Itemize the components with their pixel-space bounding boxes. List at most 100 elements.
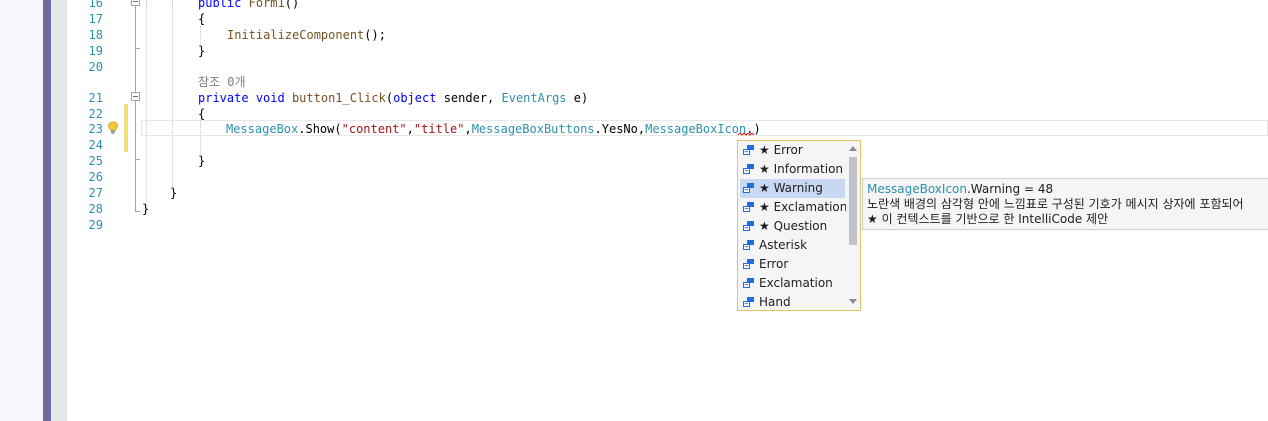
- enum-member-icon: [743, 278, 754, 288]
- method-name: button1_Click: [291, 91, 386, 105]
- punctuation: ,: [464, 122, 472, 136]
- indent-guide: [172, 0, 173, 186]
- punctuation: (: [334, 122, 342, 136]
- scroll-up-arrow-icon[interactable]: [849, 146, 857, 151]
- completion-item-label: Hand: [759, 295, 791, 309]
- completion-item-label: ★ Exclamation: [759, 200, 848, 214]
- enum-member-icon: [743, 297, 754, 307]
- line-number: 20: [88, 60, 103, 74]
- collapse-toggle[interactable]: [131, 92, 140, 101]
- tooltip-type-name[interactable]: MessageBoxIcon: [867, 182, 967, 196]
- enum-member-icon: [743, 202, 754, 212]
- reference-codelens[interactable]: 참조 0개: [198, 74, 246, 90]
- code-line-25[interactable]: }: [198, 153, 205, 169]
- enum-member-icon: [743, 145, 754, 155]
- tooltip-intellicode-note: ★ 이 컨텍스트를 기반으로 한 IntelliCode 제안: [867, 212, 1109, 226]
- code-text: .YesNo,: [594, 122, 646, 136]
- method-name: Form1: [248, 0, 285, 10]
- completion-item[interactable]: ★ Error: [740, 141, 845, 160]
- outline-line: [135, 159, 136, 211]
- indent-guide: [200, 26, 201, 44]
- string-literal: "content": [341, 122, 407, 136]
- completion-item[interactable]: ★ Question: [740, 217, 845, 236]
- keyword: private: [198, 91, 249, 105]
- keyword: object: [393, 91, 437, 105]
- indent-guide: [146, 0, 147, 208]
- line-number: 29: [88, 218, 103, 232]
- string-literal: "title": [413, 122, 465, 136]
- line-number: 24: [88, 138, 103, 152]
- completion-item-label: ★ Error: [759, 143, 803, 157]
- keyword: public: [198, 0, 242, 10]
- tooltip-description: 노란색 배경의 삼각형 안에 느낌표로 구성된 기호가 메시지 상자에 포함되어: [867, 197, 1244, 211]
- error-squiggle: [738, 133, 754, 136]
- quick-info-tooltip: MessageBoxIcon.Warning = 48 노란색 배경의 삼각형 …: [862, 178, 1268, 230]
- line-number: 17: [88, 12, 103, 26]
- punctuation: (): [284, 0, 300, 10]
- line-number: 19: [88, 44, 103, 58]
- line-number: 28: [88, 202, 103, 216]
- line-number: 23: [88, 122, 103, 136]
- code-line-19[interactable]: }: [198, 43, 205, 59]
- left-padding: [0, 0, 43, 421]
- outline-end-tick: [135, 211, 140, 212]
- type-name: MessageBoxIcon: [645, 122, 747, 136]
- enum-member-icon: [743, 221, 754, 231]
- code-line-23[interactable]: MessageBox.Show("content","title",Messag…: [226, 121, 761, 137]
- outline-line: [135, 48, 136, 92]
- code-text: e): [566, 91, 589, 105]
- enum-member-icon: [743, 183, 754, 193]
- method-name: InitializeComponent: [227, 28, 365, 42]
- indicator-margin: [51, 0, 67, 421]
- completion-item-label: ★ Information: [759, 162, 844, 176]
- completion-item[interactable]: Asterisk: [740, 236, 845, 255]
- line-number: 21: [88, 91, 103, 105]
- completion-item[interactable]: Error: [740, 255, 845, 274]
- completion-scrollbar[interactable]: [846, 141, 860, 310]
- line-number: 22: [88, 107, 103, 121]
- scroll-thumb[interactable]: [849, 157, 857, 245]
- code-line-18[interactable]: InitializeComponent();: [227, 27, 386, 43]
- code-text: sender,: [436, 91, 502, 105]
- completion-item[interactable]: Hand: [740, 293, 845, 312]
- completion-item-selected[interactable]: ★ Warning: [740, 179, 845, 198]
- completion-item-label: ★ Question: [759, 219, 828, 233]
- completion-item-label: Exclamation: [759, 276, 833, 290]
- punctuation: ,: [406, 122, 414, 136]
- completion-item[interactable]: ★ Information: [740, 160, 845, 179]
- type-name: MessageBoxButtons: [471, 122, 595, 136]
- completion-item-label: Asterisk: [759, 238, 808, 252]
- outline-line: [135, 6, 136, 48]
- line-number: 18: [88, 28, 103, 42]
- line-number: 16: [88, 0, 103, 10]
- outline-line: [135, 101, 136, 159]
- code-line-22[interactable]: {: [198, 106, 205, 122]
- line-number: 26: [88, 170, 103, 184]
- code-line-17[interactable]: {: [198, 11, 205, 27]
- punctuation: ();: [364, 28, 386, 42]
- tooltip-member: .Warning = 48: [966, 182, 1054, 196]
- code-line-21[interactable]: private void button1_Click(object sender…: [198, 90, 588, 106]
- method-name: Show: [305, 122, 335, 136]
- code-line-28[interactable]: }: [142, 201, 149, 217]
- unsaved-change-marker: [124, 104, 128, 152]
- type-name: MessageBox: [226, 122, 299, 136]
- completion-item[interactable]: ★ Exclamation: [740, 198, 848, 217]
- keyword: void: [255, 91, 285, 105]
- line-number: 27: [88, 186, 103, 200]
- type-name: EventArgs: [501, 91, 567, 105]
- line-number: 25: [88, 154, 103, 168]
- enum-member-icon: [743, 259, 754, 269]
- tooltip-signature: MessageBoxIcon.Warning = 48: [867, 182, 1053, 197]
- completion-item[interactable]: Exclamation: [740, 274, 845, 293]
- enum-member-icon: [743, 240, 754, 250]
- code-line-27[interactable]: }: [170, 185, 177, 201]
- scroll-down-arrow-icon[interactable]: [849, 299, 857, 304]
- enum-member-icon: [743, 164, 754, 174]
- code-line-16[interactable]: public Form1(): [198, 0, 299, 11]
- window-accent-bar: [43, 0, 51, 421]
- completion-item-label: ★ Warning: [759, 181, 823, 195]
- completion-list[interactable]: ★ Error ★ Information ★ Warning ★ Exclam…: [737, 140, 861, 311]
- completion-item-label: Error: [759, 257, 789, 271]
- lightbulb-icon[interactable]: [107, 121, 119, 135]
